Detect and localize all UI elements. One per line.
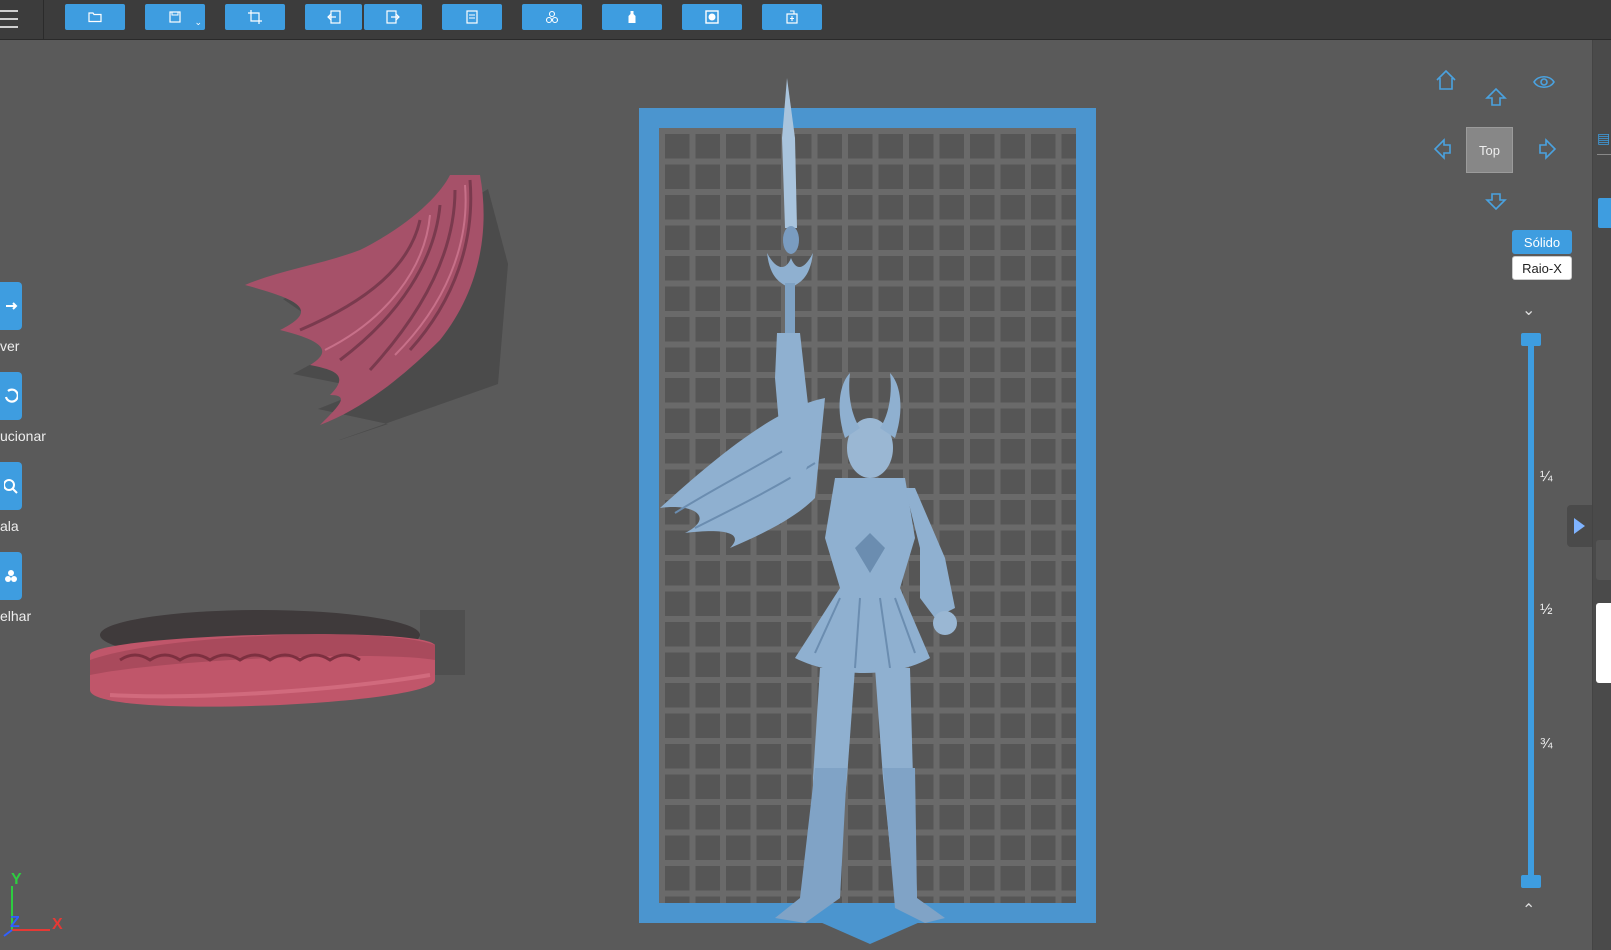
figure-model[interactable] bbox=[655, 78, 975, 938]
right-side-panel: ▤ bbox=[1592, 40, 1611, 950]
layer-slider-lower-handle[interactable] bbox=[1521, 875, 1541, 888]
mirror-icon[interactable] bbox=[0, 552, 22, 600]
frame-button[interactable] bbox=[682, 4, 742, 30]
layer-slider-upper-handle[interactable] bbox=[1521, 333, 1541, 346]
panel-icon[interactable]: ▤ bbox=[1597, 130, 1610, 147]
tool-mirror[interactable]: elhar bbox=[0, 552, 60, 624]
layer-slider-track[interactable] bbox=[1528, 340, 1534, 880]
slider-mark-half: ½ bbox=[1540, 601, 1553, 618]
panel-divider bbox=[1597, 154, 1611, 155]
chevron-down-icon[interactable]: ⌄ bbox=[194, 17, 202, 28]
supports-icon bbox=[545, 10, 559, 24]
import-button[interactable] bbox=[305, 4, 362, 30]
chevron-up-icon[interactable]: ⌃ bbox=[1522, 900, 1535, 920]
axis-gizmo: Y X Z bbox=[0, 868, 80, 938]
bottle-icon bbox=[628, 11, 636, 23]
bottle-button[interactable] bbox=[602, 4, 662, 30]
hamburger-menu-icon[interactable] bbox=[0, 8, 18, 30]
axis-y-label: Y bbox=[11, 871, 22, 888]
view-up-icon[interactable] bbox=[1484, 86, 1508, 108]
folder-icon bbox=[88, 12, 102, 23]
view-right-icon[interactable] bbox=[1536, 137, 1558, 161]
view-down-icon[interactable] bbox=[1484, 192, 1508, 212]
document-button[interactable] bbox=[442, 4, 502, 30]
view-left-icon[interactable] bbox=[1432, 137, 1454, 161]
open-file-button[interactable] bbox=[65, 4, 125, 30]
top-toolbar: ⌄ bbox=[0, 0, 1611, 40]
rotate-icon[interactable] bbox=[0, 372, 22, 420]
xray-mode-button[interactable]: Raio-X bbox=[1512, 256, 1572, 280]
tool-mirror-label: elhar bbox=[0, 608, 32, 624]
panel-tab-active[interactable] bbox=[1598, 198, 1611, 228]
solid-mode-button[interactable]: Sólido bbox=[1512, 230, 1572, 254]
crop-icon bbox=[248, 10, 262, 24]
scale-icon[interactable] bbox=[0, 462, 22, 510]
print-button[interactable] bbox=[762, 4, 822, 30]
tool-move[interactable]: ver bbox=[0, 282, 60, 354]
crop-button[interactable] bbox=[225, 4, 285, 30]
import-icon bbox=[326, 10, 341, 24]
base-model[interactable] bbox=[80, 605, 480, 725]
print-icon bbox=[786, 10, 798, 24]
tool-scale[interactable]: ala bbox=[0, 462, 60, 534]
tool-move-label: ver bbox=[0, 338, 20, 354]
document-icon bbox=[466, 10, 478, 24]
slider-mark-quarter: ¼ bbox=[1540, 468, 1553, 485]
save-icon bbox=[169, 11, 181, 23]
panel-expand-play-icon[interactable] bbox=[1567, 505, 1592, 547]
save-button[interactable]: ⌄ bbox=[145, 4, 205, 30]
panel-tab-gray[interactable] bbox=[1596, 540, 1611, 580]
home-view-icon[interactable] bbox=[1434, 68, 1458, 92]
panel-tab-white[interactable] bbox=[1596, 603, 1611, 683]
tool-scale-label: ala bbox=[0, 518, 19, 534]
slider-mark-three-quarters: ¾ bbox=[1540, 735, 1553, 752]
view-cube-top-face[interactable]: Top bbox=[1466, 127, 1513, 173]
frame-icon bbox=[705, 10, 719, 24]
export-button[interactable] bbox=[364, 4, 422, 30]
cape-model[interactable] bbox=[240, 170, 510, 440]
supports-button[interactable] bbox=[522, 4, 582, 30]
export-icon bbox=[386, 10, 400, 24]
chevron-down-icon[interactable]: ⌄ bbox=[1522, 300, 1535, 320]
axis-z-label: Z bbox=[10, 914, 20, 931]
eye-icon[interactable] bbox=[1532, 72, 1556, 92]
toolbar-divider bbox=[43, 0, 44, 39]
tool-rotate[interactable]: ucionar bbox=[0, 372, 60, 444]
move-icon[interactable] bbox=[0, 282, 22, 330]
axis-x-label: X bbox=[52, 916, 63, 933]
tool-rotate-label: ucionar bbox=[0, 428, 46, 444]
